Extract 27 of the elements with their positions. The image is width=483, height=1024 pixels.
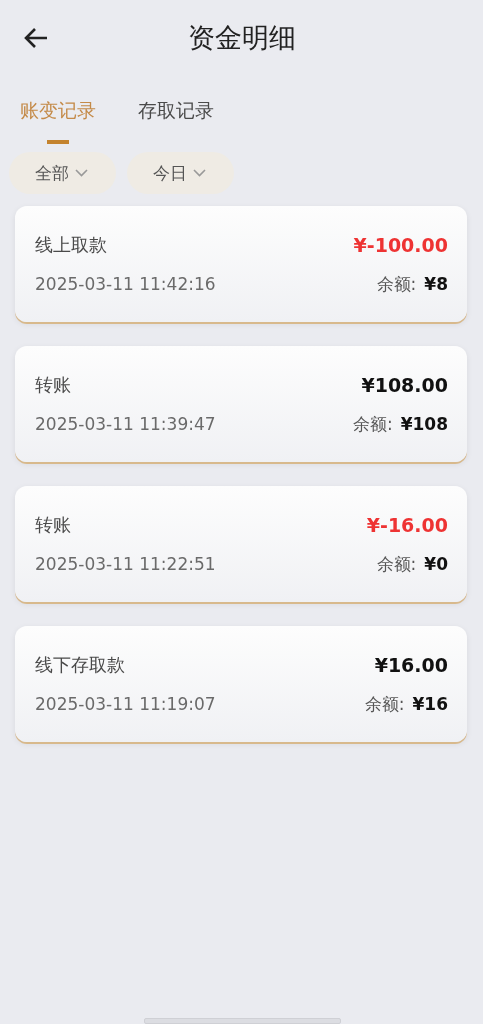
record-time: 2025-03-11 11:39:47 [35,414,216,434]
record-title: 线下存取款 [35,652,125,677]
back-arrow-icon [23,27,49,49]
tab[interactable]: 存取记录 [138,92,214,144]
record-title: 转账 [35,372,71,397]
record-title: 线上取款 [35,232,107,257]
filter-dropdown[interactable]: 全部 [9,152,116,194]
record-amount: ¥16.00 [374,653,448,676]
chevron-down-icon [75,169,88,177]
balance-label: 余额: [376,272,417,296]
balance-label: 余额: [376,552,417,576]
record-amount: ¥-100.00 [353,233,448,256]
record-amount: ¥-16.00 [366,513,448,536]
filter-dropdown[interactable]: 今日 [127,152,234,194]
balance-value: ¥16 [412,694,448,714]
page-title: 资金明细 [187,21,296,55]
record-time: 2025-03-11 11:22:51 [35,554,216,574]
balance-label: 余额: [352,412,393,436]
record-title: 转账 [35,512,71,537]
balance-value: ¥108 [400,414,448,434]
chevron-down-icon [193,169,206,177]
record-time: 2025-03-11 11:19:07 [35,694,216,714]
balance-value: ¥0 [424,554,448,574]
record-amount: ¥108.00 [361,373,448,396]
balance-label: 余额: [364,692,405,716]
record-time: 2025-03-11 11:42:16 [35,274,216,294]
balance-value: ¥8 [424,274,448,294]
